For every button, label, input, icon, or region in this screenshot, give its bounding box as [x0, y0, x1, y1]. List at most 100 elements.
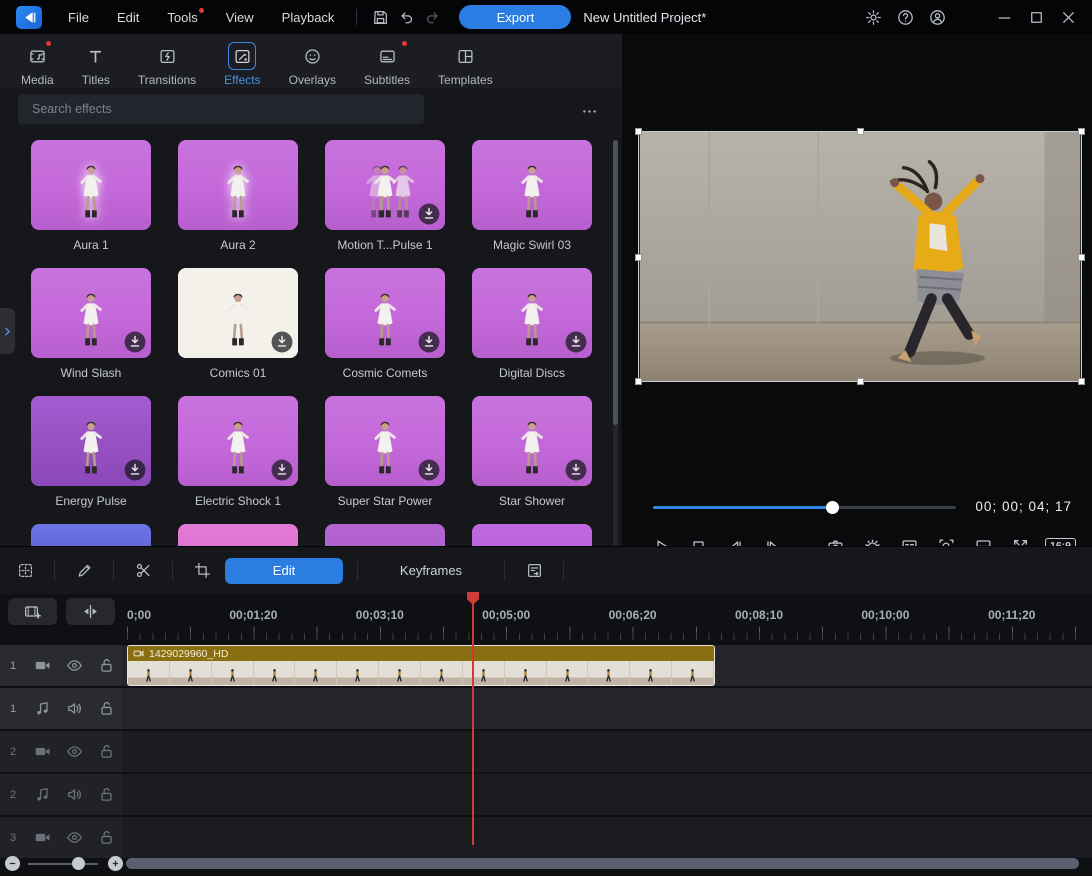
selection-handle[interactable] [635, 254, 642, 261]
zoom-in-button[interactable] [108, 856, 123, 871]
eye-icon[interactable] [58, 653, 90, 679]
edit-mode-button[interactable]: Edit [225, 558, 343, 584]
track-lane[interactable] [122, 774, 1092, 815]
tab-subtitles[interactable]: Subtitles [353, 40, 421, 89]
download-icon[interactable] [418, 459, 440, 481]
track-lane[interactable] [122, 688, 1092, 729]
panel-collapse-handle[interactable] [0, 308, 15, 354]
video-canvas[interactable] [638, 131, 1082, 382]
tab-titles[interactable]: Titles [71, 40, 121, 89]
tab-overlays[interactable]: Overlays [278, 40, 347, 89]
playhead-marker[interactable] [467, 592, 479, 605]
effect-thumbnail[interactable] [31, 140, 151, 230]
timeline-horizontal-scrollbar[interactable] [126, 858, 1079, 869]
save-icon[interactable] [367, 4, 393, 30]
download-icon[interactable] [271, 331, 293, 353]
download-icon[interactable] [418, 331, 440, 353]
jump-to-list-icon[interactable] [521, 558, 547, 584]
seek-bar-knob[interactable] [826, 501, 839, 514]
maximize-icon[interactable] [1022, 4, 1050, 30]
record-tool-icon[interactable] [12, 558, 38, 584]
effect-card-comics[interactable]: Comics 01 [178, 268, 298, 380]
draw-pen-icon[interactable] [71, 558, 97, 584]
effect-thumbnail[interactable] [31, 524, 151, 546]
undo-icon[interactable] [393, 4, 419, 30]
split-scissors-icon[interactable] [130, 558, 156, 584]
menu-file[interactable]: File [56, 6, 101, 29]
eye-icon[interactable] [58, 825, 90, 851]
effect-thumbnail[interactable] [178, 140, 298, 230]
eye-icon[interactable] [58, 739, 90, 765]
account-icon[interactable] [924, 4, 950, 30]
effect-thumbnail[interactable] [472, 396, 592, 486]
effect-card-shower[interactable]: Star Shower [472, 396, 592, 508]
app-logo-icon[interactable] [16, 6, 42, 29]
scrollbar-thumb[interactable] [613, 140, 618, 425]
lock-icon[interactable] [90, 825, 122, 851]
effect-card-wind[interactable]: Wind Slash [31, 268, 151, 380]
effect-thumbnail[interactable] [31, 268, 151, 358]
tab-media[interactable]: Media [10, 40, 65, 89]
effect-thumbnail[interactable] [472, 524, 592, 546]
effect-thumbnail[interactable] [178, 524, 298, 546]
minimize-icon[interactable] [990, 4, 1018, 30]
effect-card-energy[interactable]: Energy Pulse [31, 396, 151, 508]
lock-icon[interactable] [90, 653, 122, 679]
zoom-out-button[interactable] [5, 856, 20, 871]
effect-thumbnail[interactable] [178, 268, 298, 358]
menu-view[interactable]: View [214, 6, 266, 29]
effect-thumbnail[interactable] [325, 268, 445, 358]
download-icon[interactable] [124, 331, 146, 353]
lock-icon[interactable] [90, 782, 122, 808]
timeline-zoom-knob[interactable] [72, 857, 85, 870]
selection-handle[interactable] [1078, 378, 1085, 385]
selection-handle[interactable] [857, 378, 864, 385]
track-lane[interactable]: 1429029960_HD [122, 645, 1092, 686]
effect-thumbnail[interactable] [178, 396, 298, 486]
lock-icon[interactable] [90, 739, 122, 765]
menu-playback[interactable]: Playback [270, 6, 347, 29]
effect-thumbnail[interactable] [325, 396, 445, 486]
effect-card[interactable] [325, 524, 445, 546]
effect-card[interactable] [178, 524, 298, 546]
effect-card-superstar[interactable]: Super Star Power [325, 396, 445, 508]
keyframes-mode-button[interactable]: Keyframes [372, 558, 490, 584]
help-icon[interactable] [892, 4, 918, 30]
speaker-icon[interactable] [58, 696, 90, 722]
menu-edit[interactable]: Edit [105, 6, 151, 29]
download-icon[interactable] [271, 459, 293, 481]
export-button[interactable]: Export [459, 5, 571, 29]
download-icon[interactable] [124, 459, 146, 481]
settings-gear-icon[interactable] [860, 4, 886, 30]
redo-icon[interactable] [419, 4, 445, 30]
effect-thumbnail[interactable] [472, 268, 592, 358]
effect-thumbnail[interactable] [31, 396, 151, 486]
tab-effects[interactable]: Effects [213, 40, 271, 89]
effect-card-aura2[interactable]: Aura 2 [178, 140, 298, 252]
effect-thumbnail[interactable] [325, 524, 445, 546]
effect-card[interactable] [472, 524, 592, 546]
selection-handle[interactable] [857, 128, 864, 135]
selection-handle[interactable] [1078, 128, 1085, 135]
crop-icon[interactable] [189, 558, 215, 584]
track-lane[interactable] [122, 731, 1092, 772]
timeline-ruler[interactable]: 0;0000;01;2000;03;1000;05;0000;06;2000;0… [0, 608, 1092, 622]
selection-handle[interactable] [635, 128, 642, 135]
selection-handle[interactable] [1078, 254, 1085, 261]
search-input[interactable] [18, 94, 424, 124]
effect-card-discs[interactable]: Digital Discs [472, 268, 592, 380]
download-icon[interactable] [565, 459, 587, 481]
download-icon[interactable] [565, 331, 587, 353]
effect-thumbnail[interactable] [472, 140, 592, 230]
effect-card-swirl[interactable]: Magic Swirl 03 [472, 140, 592, 252]
video-clip[interactable]: 1429029960_HD [127, 645, 715, 686]
menu-tools[interactable]: Tools [155, 6, 209, 29]
seek-bar[interactable] [653, 506, 956, 509]
timeline-zoom-slider[interactable] [28, 863, 98, 865]
tab-templates[interactable]: Templates [427, 40, 504, 89]
effect-card-aura1[interactable]: Aura 1 [31, 140, 151, 252]
download-icon[interactable] [418, 203, 440, 225]
close-icon[interactable] [1054, 4, 1082, 30]
effect-thumbnail[interactable] [325, 140, 445, 230]
effect-card-cosmic[interactable]: Cosmic Comets [325, 268, 445, 380]
